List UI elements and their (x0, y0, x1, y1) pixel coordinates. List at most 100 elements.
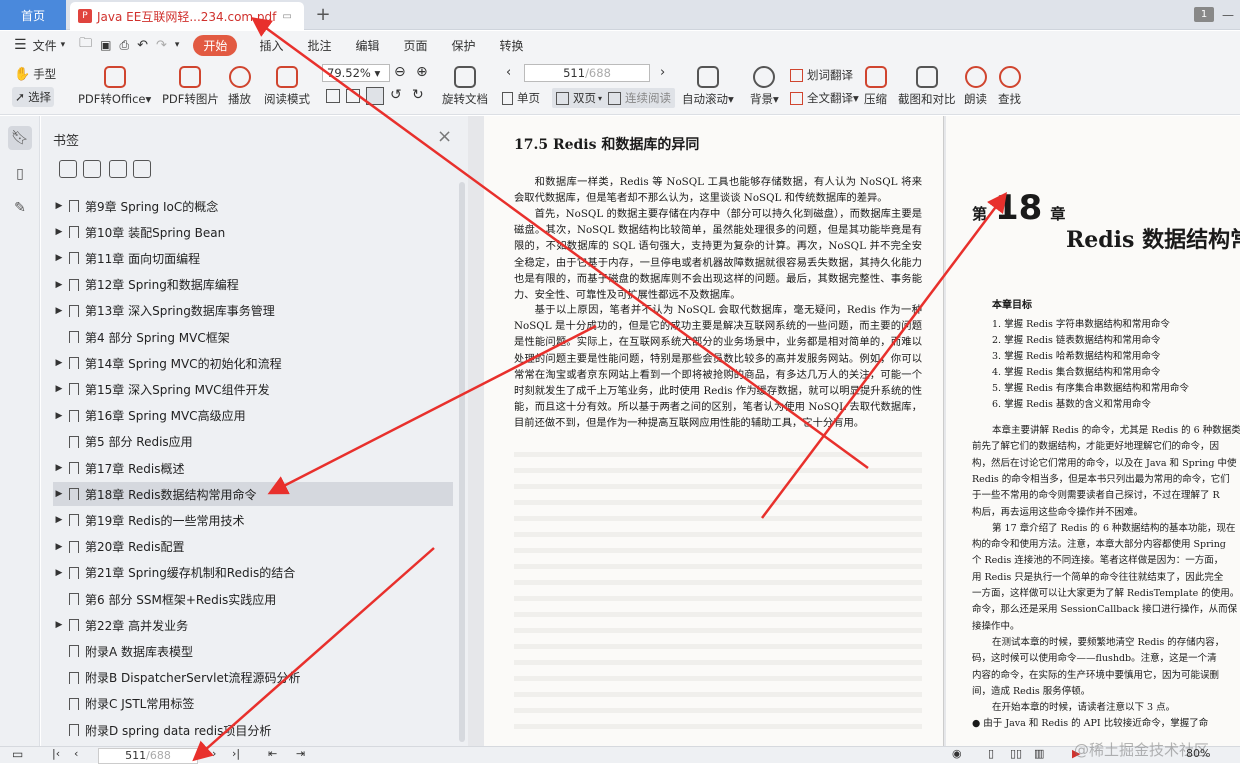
save-icon[interactable]: ▣ (100, 38, 111, 52)
continuous-read-button[interactable]: 连续阅读 (604, 88, 675, 108)
bookmark-item[interactable]: ▶ 第15章 深入Spring MVC组件开发 (53, 377, 453, 401)
bookmark-item[interactable]: 第5 部分 Redis应用 (53, 430, 453, 454)
menu-edit[interactable]: 编辑 (355, 37, 379, 54)
expand-arrow-icon[interactable]: ▶ (53, 358, 65, 368)
annotation-panel-icon[interactable]: ✎ (8, 196, 32, 220)
back-icon[interactable]: ⇤ (268, 747, 277, 760)
prev-page-small-icon[interactable]: ‹ (74, 747, 78, 760)
bookmark-item[interactable]: ▶ 第14章 Spring MVC的初始化和流程 (53, 351, 453, 375)
single-view-icon[interactable]: ▯ (988, 747, 994, 760)
expand-arrow-icon[interactable]: ▶ (53, 227, 65, 237)
full-translate-button[interactable]: 全文翻译 ▾ (790, 90, 859, 106)
zoom-level[interactable]: 80% (1186, 747, 1210, 760)
bookmark-item[interactable]: 附录B DispatcherServlet流程源码分析 (53, 666, 453, 690)
zoom-out-icon[interactable]: ⊖ (394, 64, 406, 80)
bookmark-item[interactable]: 附录A 数据库表模型 (53, 639, 453, 663)
open-folder-icon[interactable]: 🗀 (79, 34, 92, 56)
bookmark-item[interactable]: ▶ 第12章 Spring和数据库编程 (53, 273, 453, 297)
expand-arrow-icon[interactable]: ▶ (53, 384, 65, 394)
add-sub-bookmark-icon[interactable] (83, 160, 101, 178)
eye-icon[interactable]: ◉ (952, 747, 962, 760)
rotate-document-button[interactable]: 旋转文档 (442, 66, 488, 107)
read-mode-button[interactable]: 阅读模式 (264, 66, 310, 107)
expand-arrow-icon[interactable]: ▶ (53, 411, 65, 421)
bookmark-expand-icon[interactable] (133, 160, 151, 178)
tab-document[interactable]: P Java EE互联网轻...234.com.pdf ▭ ● (70, 2, 304, 30)
play-button[interactable]: 播放 (228, 66, 251, 107)
bookmark-item[interactable]: 第4 部分 Spring MVC框架 (53, 325, 453, 349)
compress-button[interactable]: 压缩 (864, 66, 887, 107)
monitor-icon[interactable]: ▭ (282, 11, 291, 22)
expand-arrow-icon[interactable]: ▶ (53, 463, 65, 473)
fit-width-icon[interactable] (346, 89, 360, 103)
bookmark-item[interactable]: ▶ 第21章 Spring缓存机制和Redis的结合 (53, 561, 453, 585)
bookmark-item[interactable]: ▶ 第19章 Redis的一些常用技术 (53, 508, 453, 532)
bookmark-panel-icon[interactable]: 🔖︎ (8, 126, 32, 150)
chevron-down-icon[interactable]: ▾ (61, 40, 66, 50)
fit-page-icon[interactable] (326, 89, 340, 103)
sidebar-toggle-icon[interactable]: ▭ (12, 747, 23, 761)
pdf-to-office-button[interactable]: PDF转Office▾ (78, 66, 151, 107)
new-tab-button[interactable]: + (312, 4, 334, 26)
find-button[interactable]: 查找 (998, 66, 1021, 107)
screenshot-compare-button[interactable]: 截图和对比 (898, 66, 956, 107)
forward-icon[interactable]: ⇥ (296, 747, 305, 760)
bookmark-item[interactable]: 附录C JSTL常用标签 (53, 692, 453, 716)
menu-page[interactable]: 页面 (403, 37, 427, 54)
redo-icon[interactable]: ↷ (156, 38, 167, 53)
next-page-small-icon[interactable]: › (212, 747, 216, 760)
expand-arrow-icon[interactable]: ▶ (53, 306, 65, 316)
menu-start[interactable]: 开始 (193, 34, 238, 56)
bookmark-flag-icon[interactable] (109, 160, 127, 178)
bookmark-item[interactable]: 第6 部分 SSM框架+Redis实践应用 (53, 587, 453, 611)
more-icon[interactable]: ▾ (175, 40, 180, 50)
bookmark-item[interactable]: ▶ 第13章 深入Spring数据库事务管理 (53, 299, 453, 323)
hamburger-icon[interactable]: ☰ (14, 37, 27, 53)
minimize-icon[interactable]: — (1222, 8, 1234, 22)
rotate-left-icon[interactable]: ↺ (390, 87, 402, 103)
menu-protect[interactable]: 保护 (452, 37, 476, 54)
book-view-icon[interactable]: ▥ (1034, 747, 1044, 760)
hand-tool[interactable]: ✋ 手型 (14, 66, 56, 82)
expand-arrow-icon[interactable]: ▶ (53, 280, 65, 290)
expand-arrow-icon[interactable]: ▶ (53, 568, 65, 578)
menu-file[interactable]: 文件 (33, 37, 57, 54)
print-icon[interactable]: ⎙ (119, 38, 129, 53)
auto-scroll-button[interactable]: 自动滚动▾ (682, 66, 734, 107)
menu-annotate[interactable]: 批注 (307, 37, 331, 54)
add-bookmark-icon[interactable] (59, 160, 77, 178)
menu-insert[interactable]: 插入 (259, 37, 283, 54)
expand-arrow-icon[interactable]: ▶ (53, 489, 65, 499)
expand-arrow-icon[interactable]: ▶ (53, 542, 65, 552)
first-page-icon[interactable]: |‹ (52, 747, 60, 760)
actual-size-icon[interactable] (366, 87, 384, 105)
bookmark-item[interactable]: ▶ 第9章 Spring IoC的概念 (53, 194, 453, 218)
bookmark-item[interactable]: ▶ 第22章 高并发业务 (53, 613, 453, 637)
pdf-to-image-button[interactable]: PDF转图片 (162, 66, 219, 107)
last-page-icon[interactable]: ›| (232, 747, 240, 760)
rotate-right-icon[interactable]: ↻ (412, 87, 424, 103)
zoom-in-icon[interactable]: ⊕ (416, 64, 428, 80)
bookmark-item[interactable]: ▶ 第16章 Spring MVC高级应用 (53, 404, 453, 428)
bookmark-scrollbar[interactable] (459, 182, 465, 742)
double-page-button[interactable]: 双页 ▾ (552, 88, 607, 108)
read-aloud-button[interactable]: 朗读 (964, 66, 987, 107)
bookmark-item[interactable]: ▶ 第17章 Redis概述 (53, 456, 453, 480)
zoom-select[interactable]: 79.52% ▾ (322, 64, 390, 82)
status-page-input[interactable]: 511/688 (98, 748, 198, 764)
expand-arrow-icon[interactable]: ▶ (53, 201, 65, 211)
page-number-input[interactable]: 511/688 (524, 64, 650, 82)
prev-page-icon[interactable]: ‹ (506, 65, 511, 80)
background-button[interactable]: 背景▾ (750, 66, 779, 107)
bookmark-item[interactable]: ▶ 第18章 Redis数据结构常用命令 (53, 482, 453, 507)
thumbnail-panel-icon[interactable]: ▯ (8, 162, 32, 186)
bookmark-item[interactable]: ▶ 第10章 装配Spring Bean (53, 220, 453, 244)
bookmark-item[interactable]: ▶ 第11章 面向切面编程 (53, 246, 453, 270)
menu-convert[interactable]: 转换 (500, 37, 524, 54)
close-icon[interactable]: × (437, 126, 452, 147)
expand-arrow-icon[interactable]: ▶ (53, 253, 65, 263)
tab-home[interactable]: 首页 (0, 0, 66, 30)
bookmark-item[interactable]: ▶ 第20章 Redis配置 (53, 535, 453, 559)
undo-icon[interactable]: ↶ (137, 38, 148, 53)
expand-arrow-icon[interactable]: ▶ (53, 515, 65, 525)
